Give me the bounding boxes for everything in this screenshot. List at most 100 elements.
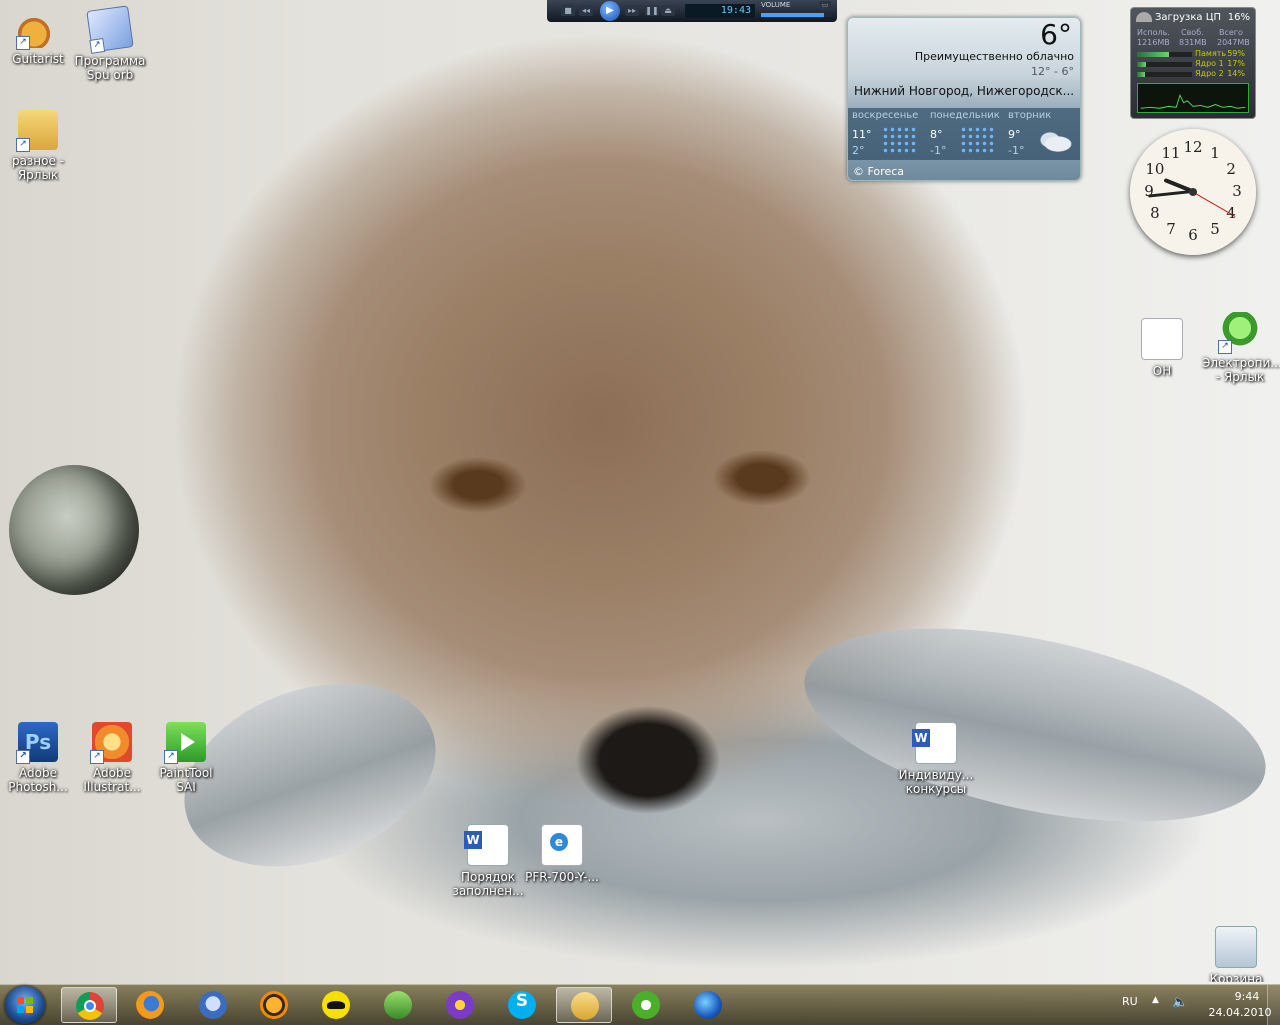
cpu-usage-graph bbox=[1137, 83, 1249, 113]
icon-label: Порядок заполнен... bbox=[452, 870, 524, 898]
shortcut-arrow-icon: ↗ bbox=[1218, 340, 1232, 354]
forecast-day: вторник 9° -1° bbox=[1004, 110, 1080, 160]
html-document-icon bbox=[541, 824, 583, 866]
taskbar-app-chrome[interactable] bbox=[61, 987, 117, 1023]
thunderbird-icon bbox=[199, 991, 227, 1019]
desktop-icon-recycle-bin[interactable]: Корзина bbox=[1198, 926, 1274, 982]
weather-city: Нижний Новгород, Нижегородск... bbox=[854, 84, 1075, 98]
icon-label: разное - Ярлык bbox=[11, 154, 65, 182]
usage-bar-value: 17% bbox=[1227, 59, 1245, 68]
guitar-icon: ↗ bbox=[16, 8, 58, 50]
desktop-icon-raznoe[interactable]: ↗ разное - Ярлык bbox=[0, 110, 76, 182]
usage-bar-value: 14% bbox=[1227, 69, 1245, 78]
photoshop-icon: Ps ↗ bbox=[16, 722, 58, 764]
taskbar-app-gear[interactable] bbox=[432, 987, 488, 1023]
icon-label: Программа Spu orb bbox=[74, 54, 146, 82]
word-document-icon bbox=[464, 824, 509, 866]
drink-icon bbox=[384, 991, 412, 1019]
desktop-icon-spu-orb[interactable]: ↗ Программа Spu orb bbox=[72, 5, 148, 82]
clock-number: 5 bbox=[1210, 220, 1220, 239]
taskbar-app-skype[interactable] bbox=[494, 987, 550, 1023]
memory-header: Всего bbox=[1219, 28, 1243, 37]
tray-date[interactable]: 24.04.2010 bbox=[1204, 1006, 1276, 1019]
pause-button[interactable]: ❚❚ bbox=[645, 5, 659, 16]
clock-center-pin bbox=[1189, 188, 1197, 196]
stop-button[interactable]: ■ bbox=[561, 5, 575, 16]
icon-label: Электропи... - Ярлык bbox=[1202, 356, 1280, 384]
forecast-day-name: воскресенье bbox=[852, 110, 919, 121]
clock-number: 7 bbox=[1166, 220, 1176, 239]
taskbar-app-drink[interactable] bbox=[370, 987, 426, 1023]
clock-number: 2 bbox=[1226, 160, 1236, 178]
usage-bar-value: 59% bbox=[1227, 49, 1245, 58]
weather-condition: Преимущественно облачно bbox=[914, 50, 1074, 63]
desktop-icon-photoshop[interactable]: Ps ↗ Adobe Photosh... bbox=[0, 722, 76, 794]
earth-icon bbox=[694, 991, 722, 1019]
cpu-meter-gadget[interactable]: Загрузка ЦП 16% Исполь. Своб. Всего 1216… bbox=[1130, 7, 1256, 119]
usage-bar-name: Ядро 1 bbox=[1195, 59, 1224, 68]
taskbar-app-utorrent[interactable] bbox=[618, 987, 674, 1023]
play-button[interactable]: ▶ bbox=[600, 1, 620, 21]
icon-label: Индивиду... конкурсы bbox=[898, 768, 974, 796]
show-hidden-icons-button[interactable]: ▲ bbox=[1152, 995, 1159, 1005]
taskbar-app-google-earth[interactable] bbox=[680, 987, 736, 1023]
taskbar-app-batman[interactable] bbox=[308, 987, 364, 1023]
icon-label: PaintTool SAI bbox=[159, 766, 213, 794]
shortcut-arrow-icon: ↗ bbox=[16, 750, 30, 764]
weather-gadget[interactable]: 6° Преимущественно облачно 12° - 6° Нижн… bbox=[847, 17, 1081, 181]
desktop-icon-oh[interactable]: ОН bbox=[1124, 318, 1200, 378]
resize-button[interactable]: ▭ bbox=[819, 1, 831, 10]
usage-bars: Память 59% Ядро 1 17% Ядро 2 14% bbox=[1137, 49, 1249, 81]
illustrator-icon: ↗ bbox=[90, 722, 132, 764]
desktop-icon-illustrator[interactable]: ↗ Adobe Illustrat... bbox=[74, 722, 150, 794]
taskbar-app-thunderbird[interactable] bbox=[185, 987, 241, 1023]
desktop-icon-painttool-sai[interactable]: ↗ PaintTool SAI bbox=[148, 722, 224, 794]
bat-icon bbox=[322, 991, 350, 1019]
volume-slider[interactable] bbox=[761, 13, 831, 17]
taskbar: RU ▲ 🔈 9:44 24.04.2010 bbox=[0, 984, 1280, 1025]
clock-number: 6 bbox=[1188, 226, 1198, 244]
text-file-icon bbox=[1141, 318, 1183, 360]
start-button[interactable] bbox=[5, 986, 45, 1024]
eject-button[interactable]: ⏏ bbox=[661, 5, 675, 16]
show-desktop-button[interactable] bbox=[1267, 985, 1280, 1025]
clock-number: 8 bbox=[1150, 204, 1160, 222]
desktop-icon-pfr[interactable]: PFR-700-Y-... bbox=[524, 824, 600, 884]
icon-label: PFR-700-Y-... bbox=[525, 870, 599, 884]
forecast-low: -1° bbox=[930, 144, 947, 157]
rain-icon bbox=[882, 126, 916, 154]
language-indicator[interactable]: RU bbox=[1122, 995, 1138, 1008]
recycle-bin-icon bbox=[1215, 926, 1257, 968]
desktop-icon-poryadok[interactable]: Порядок заполнен... bbox=[450, 824, 526, 898]
player-time-display: 19:43 bbox=[685, 4, 755, 18]
next-button[interactable]: ▸▸ bbox=[625, 5, 639, 16]
icon-label: Корзина bbox=[1209, 972, 1263, 982]
forecast-low: -1° bbox=[1008, 144, 1025, 157]
desktop-icon-guitarist[interactable]: ↗ Guitarist bbox=[0, 8, 76, 66]
usage-bar-name: Память bbox=[1195, 49, 1227, 58]
taskbar-app-firefox[interactable] bbox=[122, 987, 178, 1023]
shortcut-arrow-icon: ↗ bbox=[16, 36, 30, 50]
clock-gadget[interactable]: 121234567891011 bbox=[1130, 129, 1256, 255]
moon-phase-gadget bbox=[9, 465, 139, 595]
clock-number: 10 bbox=[1145, 160, 1165, 178]
taskbar-app-explorer[interactable] bbox=[556, 987, 612, 1023]
shortcut-arrow-icon: ↗ bbox=[90, 750, 104, 764]
firefox-icon bbox=[136, 991, 164, 1019]
taskbar-app-aimp[interactable] bbox=[246, 987, 302, 1023]
explorer-icon bbox=[571, 992, 599, 1020]
icon-label: ОН bbox=[1152, 364, 1172, 378]
desktop-icon-individ[interactable]: Индивиду... конкурсы bbox=[898, 722, 974, 796]
memory-value: 831MB bbox=[1179, 38, 1207, 47]
forecast-day-name: вторник bbox=[1008, 110, 1052, 121]
previous-button[interactable]: ◂◂ bbox=[579, 5, 593, 16]
desktop-wallpaper bbox=[0, 0, 1280, 1024]
usage-bar-name: Ядро 2 bbox=[1195, 69, 1224, 78]
icon-label: Adobe Photosh... bbox=[8, 766, 68, 794]
desktop-icon-elektropitanie[interactable]: ↗ Электропи... - Ярлык bbox=[1202, 312, 1280, 384]
speaker-icon[interactable]: 🔈 bbox=[1172, 995, 1188, 1010]
memory-header: Своб. bbox=[1181, 28, 1204, 37]
speedometer-icon bbox=[1136, 12, 1152, 22]
weather-credit-link[interactable]: © Foreca bbox=[853, 165, 904, 178]
folder-icon: ↗ bbox=[16, 110, 58, 152]
